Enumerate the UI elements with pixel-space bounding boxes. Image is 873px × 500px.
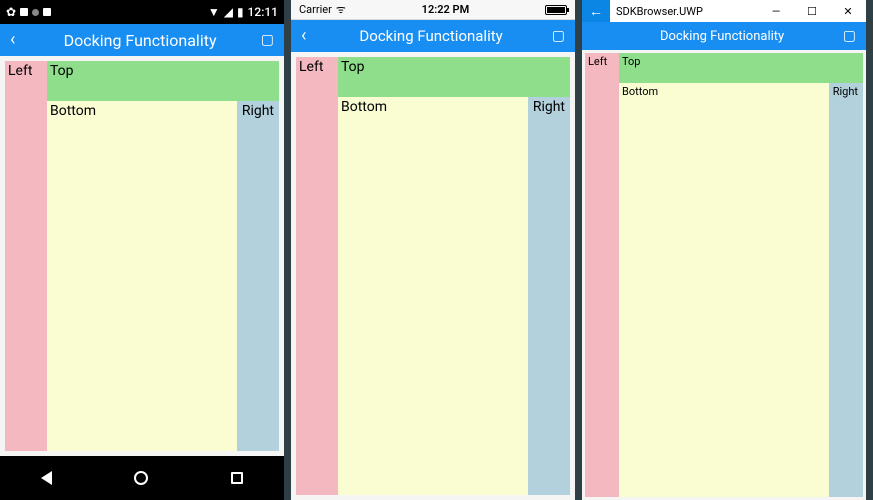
dock-layout: Left Top Bottom Right bbox=[0, 56, 284, 456]
dock-top-label: Top bbox=[619, 53, 643, 70]
dock-left-panel: Left bbox=[585, 53, 619, 497]
nav-home-icon[interactable] bbox=[134, 471, 148, 485]
external-link-icon[interactable]: ▢ bbox=[552, 28, 565, 44]
external-link-icon[interactable]: ▢ bbox=[843, 28, 856, 44]
device-uwp: ← SDKBrowser.UWP — ☐ ✕ ‹ Docking Functio… bbox=[582, 0, 866, 500]
maximize-button[interactable]: ☐ bbox=[794, 0, 830, 22]
dock-top-panel: Top bbox=[619, 53, 863, 83]
nav-back-icon[interactable] bbox=[41, 471, 52, 485]
device-ios: Carrier ᯤ 12:22 PM ‹ Docking Functionali… bbox=[291, 0, 575, 500]
dock-right-panel: Right bbox=[829, 83, 863, 497]
dock-bottom-label: Bottom bbox=[338, 97, 390, 117]
uwp-titlebar: ← SDKBrowser.UWP — ☐ ✕ bbox=[582, 0, 866, 22]
wifi-icon: ▼ bbox=[208, 5, 220, 19]
dock-layout: Left Top Bottom Right bbox=[291, 52, 575, 500]
device-android: ✿ ▼ ◢ ▮ 12:11 ‹ Docking Functionality ▢ … bbox=[0, 0, 284, 500]
status-time: 12:11 bbox=[248, 5, 278, 19]
back-button[interactable]: ‹ bbox=[10, 31, 19, 49]
dock-left-label: Left bbox=[585, 53, 610, 70]
signal-icon: ◢ bbox=[224, 5, 233, 19]
back-button[interactable]: ‹ bbox=[301, 27, 310, 45]
ios-status-bar: Carrier ᯤ 12:22 PM bbox=[291, 0, 575, 20]
dock-right-panel: Right bbox=[528, 97, 570, 495]
dock-left-label: Left bbox=[5, 61, 35, 81]
dock-bottom-label: Bottom bbox=[47, 101, 99, 121]
dock-left-label: Left bbox=[296, 57, 326, 77]
dock-right-label: Right bbox=[830, 83, 861, 100]
android-status-bar: ✿ ▼ ◢ ▮ 12:11 bbox=[0, 0, 284, 24]
wifi-icon: ᯤ bbox=[336, 2, 346, 17]
dock-layout: Left Top Bottom Right bbox=[582, 50, 866, 500]
dock-right-panel: Right bbox=[237, 101, 279, 451]
page-title: Docking Functionality bbox=[19, 31, 260, 50]
battery-icon bbox=[545, 5, 567, 15]
shield-icon bbox=[20, 8, 28, 16]
page-title: Docking Functionality bbox=[601, 29, 842, 44]
battery-icon: ▮ bbox=[237, 5, 244, 19]
carrier-label: Carrier bbox=[299, 3, 332, 16]
dock-left-panel: Left bbox=[296, 57, 338, 495]
dock-bottom-label: Bottom bbox=[619, 83, 661, 100]
dock-top-label: Top bbox=[338, 57, 368, 77]
app-icon bbox=[43, 8, 51, 16]
dock-right-label: Right bbox=[239, 101, 277, 121]
minimize-button[interactable]: — bbox=[758, 0, 794, 22]
app-name: SDKBrowser.UWP bbox=[610, 0, 758, 22]
dock-right-label: Right bbox=[530, 97, 568, 117]
nav-recent-icon[interactable] bbox=[231, 472, 243, 484]
dock-top-panel: Top bbox=[338, 57, 570, 97]
page-title: Docking Functionality bbox=[310, 27, 551, 45]
status-time: 12:22 PM bbox=[422, 3, 470, 16]
dock-left-panel: Left bbox=[5, 61, 47, 451]
dock-top-label: Top bbox=[47, 61, 77, 81]
dock-bottom-panel: Bottom bbox=[47, 101, 237, 451]
app-header: ‹ Docking Functionality ▢ bbox=[582, 22, 866, 50]
external-link-icon[interactable]: ▢ bbox=[261, 32, 274, 48]
close-button[interactable]: ✕ bbox=[830, 0, 866, 22]
dock-bottom-panel: Bottom bbox=[338, 97, 528, 495]
android-nav-bar bbox=[0, 456, 284, 500]
settings-icon: ✿ bbox=[6, 5, 16, 19]
app-header: ‹ Docking Functionality ▢ bbox=[0, 24, 284, 56]
dock-bottom-panel: Bottom bbox=[619, 83, 829, 497]
dock-top-panel: Top bbox=[47, 61, 279, 101]
titlebar-back-button[interactable]: ← bbox=[582, 0, 610, 22]
notification-dot-icon bbox=[32, 9, 39, 16]
app-header: ‹ Docking Functionality ▢ bbox=[291, 20, 575, 52]
